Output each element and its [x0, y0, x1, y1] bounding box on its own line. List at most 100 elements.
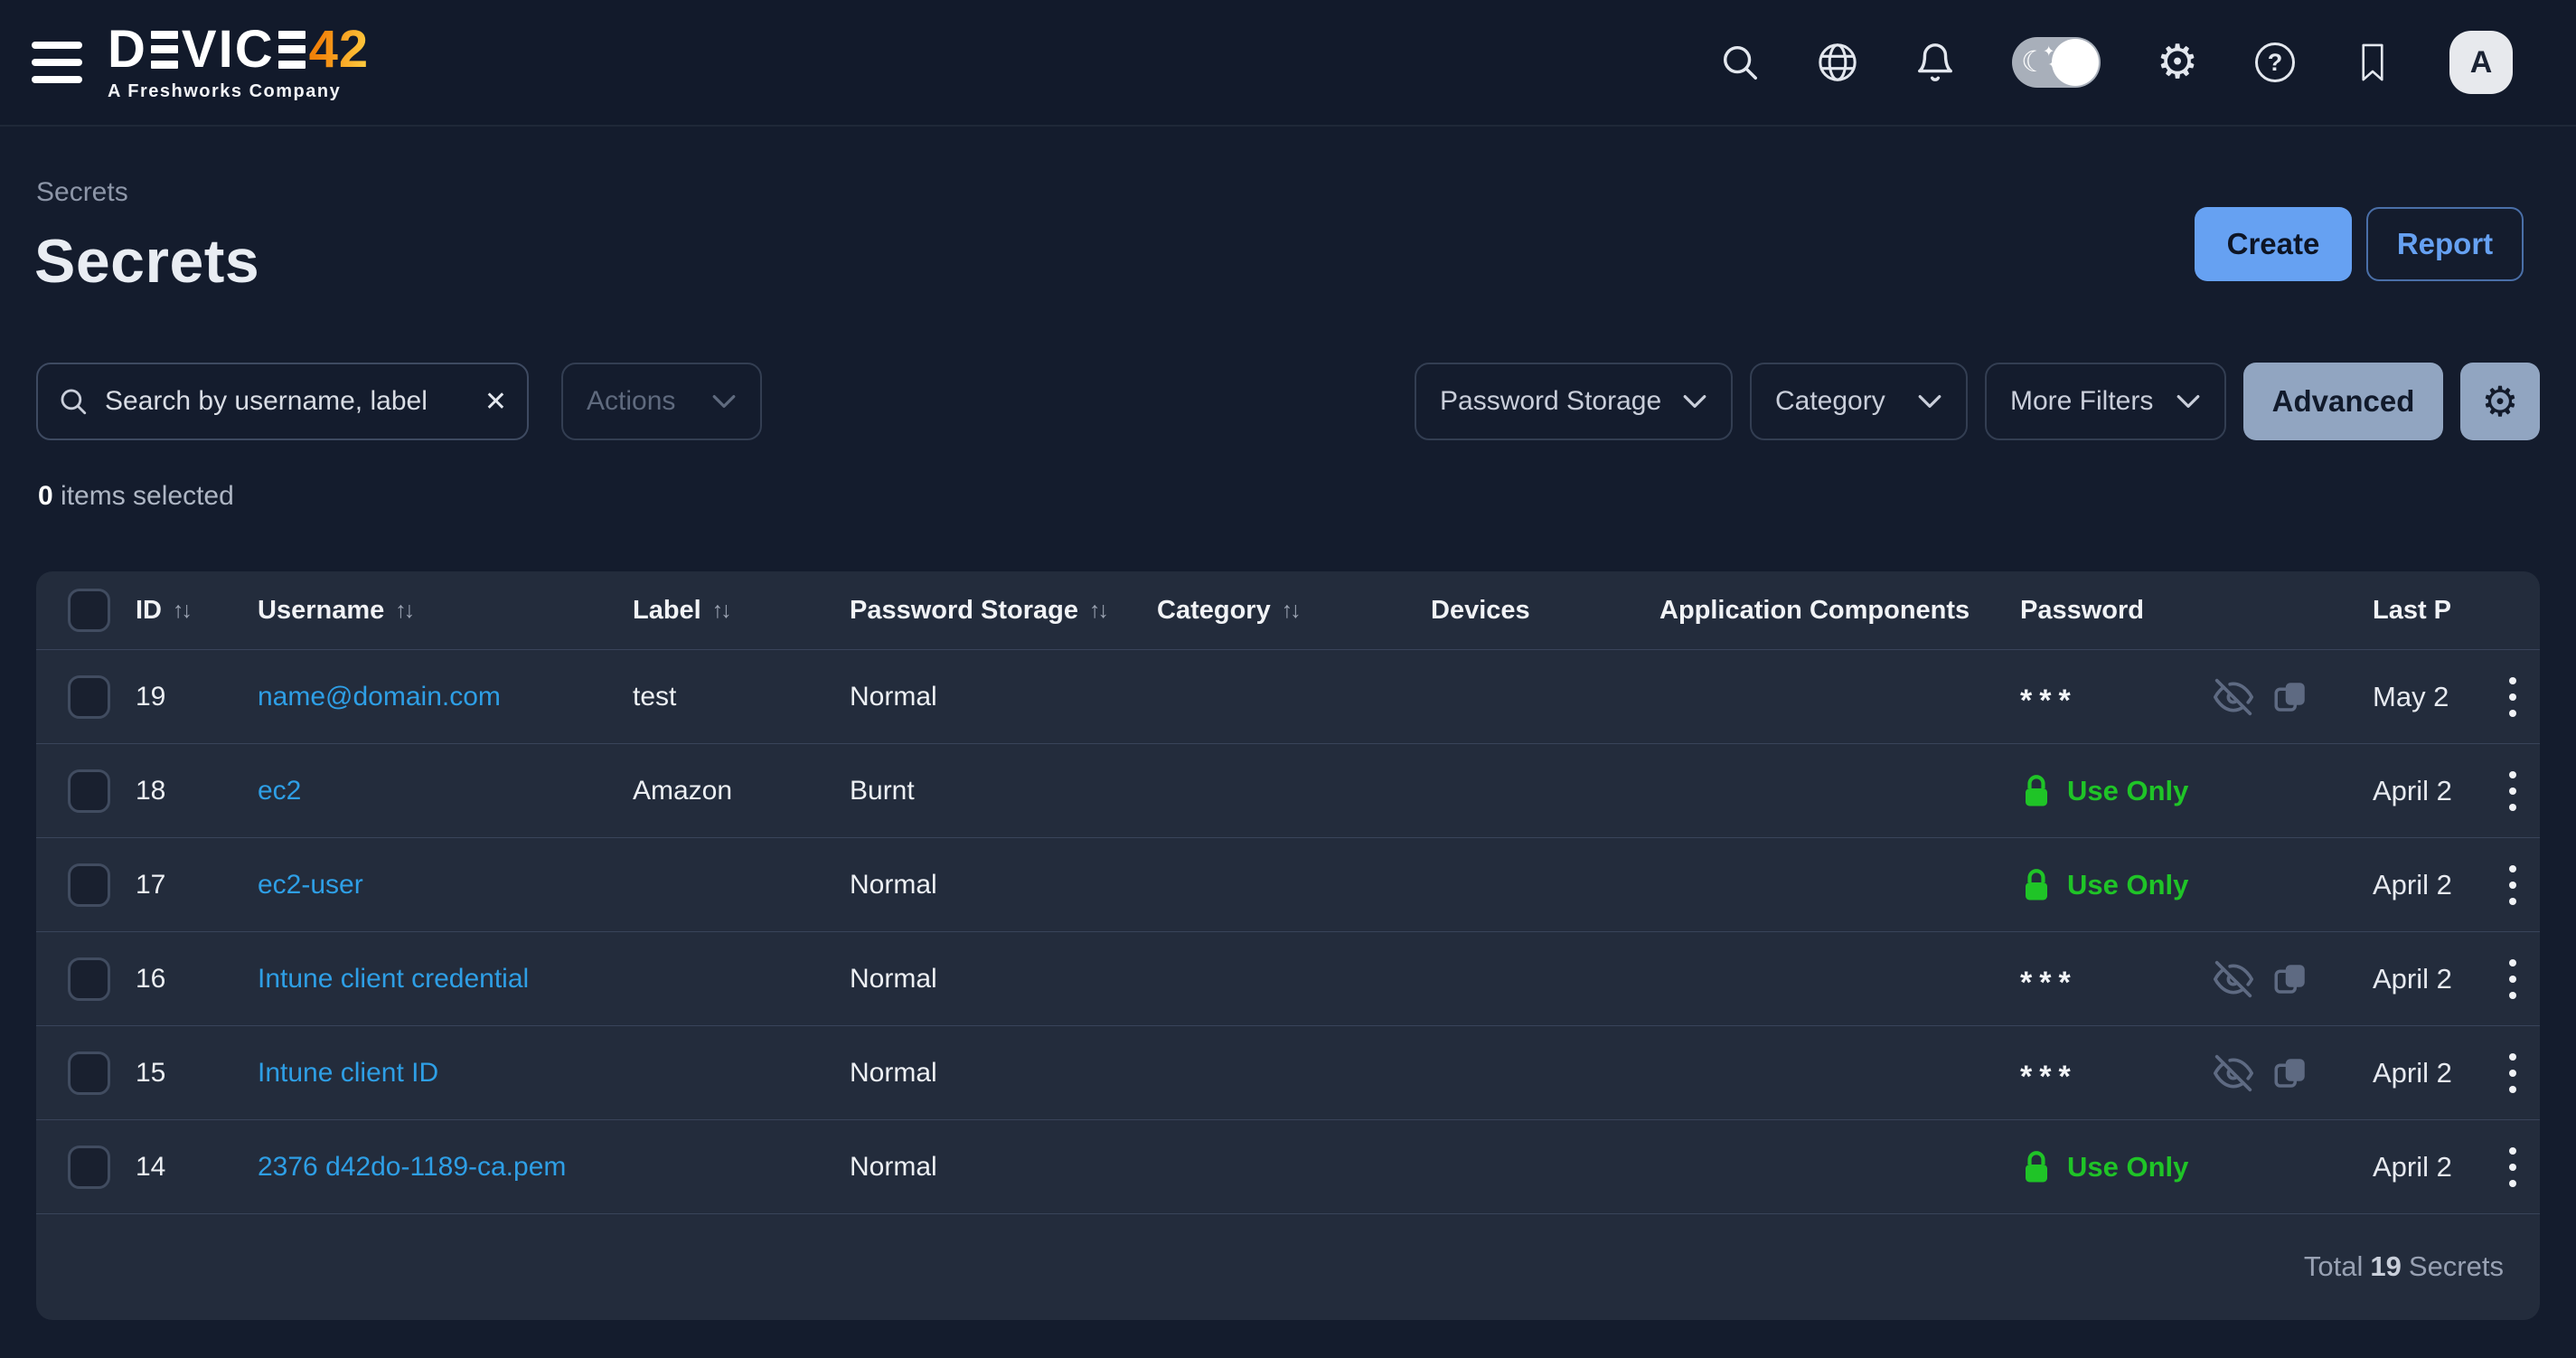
last-change-date: April 2 — [2373, 1151, 2452, 1184]
chevron-down-icon — [1917, 393, 1942, 410]
sort-icon[interactable]: ↑↓ — [712, 598, 729, 624]
clear-search-icon[interactable]: ✕ — [484, 386, 507, 418]
logo-text: VIC — [182, 24, 275, 76]
hamburger-menu-icon[interactable] — [32, 42, 82, 83]
row-checkbox[interactable] — [68, 863, 110, 907]
password-cell: *** — [2020, 1051, 2373, 1095]
row-checkbox[interactable] — [68, 1052, 110, 1095]
search-icon[interactable] — [1719, 42, 1761, 83]
password-cell: *** — [2020, 957, 2373, 1001]
more-filters-dropdown[interactable]: More Filters — [1985, 363, 2226, 440]
selected-text: items selected — [61, 481, 234, 511]
secret-username-link[interactable]: Intune client ID — [258, 1058, 438, 1089]
sort-icon[interactable]: ↑↓ — [1282, 598, 1299, 624]
table-footer: Total19Secrets — [36, 1214, 2540, 1319]
secret-storage: Normal — [850, 682, 1157, 712]
secret-id: 17 — [136, 870, 258, 901]
row-actions-kebab[interactable] — [2504, 954, 2522, 1004]
row-actions-kebab[interactable] — [2504, 1048, 2522, 1099]
password-cell: Use Only — [2020, 772, 2373, 810]
row-actions-kebab[interactable] — [2504, 1142, 2522, 1193]
notifications-bell-icon[interactable] — [1914, 42, 1956, 83]
chevron-down-icon — [1682, 393, 1707, 410]
create-button[interactable]: Create — [2195, 207, 2352, 281]
eye-off-icon[interactable] — [2214, 959, 2253, 999]
last-change-date: April 2 — [2373, 1057, 2452, 1089]
search-input[interactable] — [105, 386, 468, 417]
secret-storage: Normal — [850, 1058, 1157, 1089]
table-row: 15 Intune client ID Normal *** April 2 — [36, 1026, 2540, 1120]
chevron-down-icon — [711, 393, 737, 410]
bookmark-icon[interactable] — [2352, 42, 2393, 83]
lock-icon — [2020, 1148, 2053, 1186]
last-change-date: April 2 — [2373, 869, 2452, 901]
eye-off-icon[interactable] — [2214, 1053, 2253, 1093]
secret-username-link[interactable]: Intune client credential — [258, 964, 529, 995]
select-all-checkbox[interactable] — [68, 589, 110, 632]
row-actions-kebab[interactable] — [2504, 860, 2522, 910]
copy-icon[interactable] — [2271, 960, 2309, 998]
last-change-date: April 2 — [2373, 775, 2452, 807]
secret-username-link[interactable]: 2376 d42do-1189-ca.pem — [258, 1152, 566, 1183]
settings-gear-icon[interactable]: ⚙ — [2157, 42, 2198, 83]
toolbar: ✕ Actions Password Storage Category More… — [36, 363, 2540, 440]
sort-icon[interactable]: ↑↓ — [173, 598, 190, 624]
password-cell: Use Only — [2020, 866, 2373, 904]
secret-storage: Burnt — [850, 776, 1157, 806]
breadcrumb[interactable]: Secrets — [36, 177, 128, 208]
page-title: Secrets — [34, 226, 259, 297]
top-navigation-bar: D VIC 42 A Freshworks Company ☾ ✦ ✦ ⚙ ? … — [0, 0, 2576, 127]
selection-status: 0 items selected — [38, 481, 234, 512]
row-checkbox[interactable] — [68, 769, 110, 813]
secret-storage: Normal — [850, 964, 1157, 995]
secret-username-link[interactable]: ec2-user — [258, 870, 363, 901]
use-only-badge: Use Only — [2020, 866, 2188, 904]
globe-language-icon[interactable] — [1817, 42, 1858, 83]
table-body: 19 name@domain.com test Normal *** May 2… — [36, 650, 2540, 1214]
actions-dropdown[interactable]: Actions — [561, 363, 762, 440]
row-checkbox[interactable] — [68, 675, 110, 719]
row-checkbox[interactable] — [68, 1146, 110, 1189]
search-icon — [58, 386, 89, 417]
sort-icon[interactable]: ↑↓ — [395, 598, 412, 624]
secrets-table: ID↑↓ Username↑↓ Label↑↓ Password Storage… — [36, 571, 2540, 1320]
logo-e-icon — [151, 31, 178, 69]
advanced-button[interactable]: Advanced — [2243, 363, 2443, 440]
eye-off-icon[interactable] — [2214, 677, 2253, 717]
report-button[interactable]: Report — [2366, 207, 2524, 281]
logo-tagline: A Freshworks Company — [108, 81, 369, 102]
dark-mode-toggle[interactable]: ☾ ✦ ✦ — [2012, 37, 2101, 88]
masked-password: *** — [2020, 1051, 2078, 1095]
row-actions-kebab[interactable] — [2504, 766, 2522, 816]
secret-username-link[interactable]: ec2 — [258, 776, 301, 806]
user-avatar[interactable]: A — [2449, 31, 2513, 94]
gear-icon: ⚙ — [2481, 381, 2518, 422]
table-header-row: ID↑↓ Username↑↓ Label↑↓ Password Storage… — [36, 571, 2540, 650]
row-checkbox[interactable] — [68, 957, 110, 1001]
secret-username-link[interactable]: name@domain.com — [258, 682, 501, 712]
table-settings-button[interactable]: ⚙ — [2460, 363, 2540, 440]
filter-password-storage-dropdown[interactable]: Password Storage — [1415, 363, 1733, 440]
table-row: 14 2376 d42do-1189-ca.pem Normal Use Onl… — [36, 1120, 2540, 1214]
use-only-badge: Use Only — [2020, 1148, 2188, 1186]
help-icon[interactable]: ? — [2254, 42, 2296, 83]
toggle-knob — [2052, 39, 2099, 86]
secret-id: 18 — [136, 776, 258, 806]
logo-text: D — [108, 24, 147, 76]
masked-password: *** — [2020, 674, 2078, 719]
last-change-date: May 2 — [2373, 681, 2449, 713]
sort-icon[interactable]: ↑↓ — [1089, 598, 1106, 624]
row-actions-kebab[interactable] — [2504, 672, 2522, 722]
copy-icon[interactable] — [2271, 678, 2309, 716]
chevron-down-icon — [2176, 393, 2201, 410]
password-cell: Use Only — [2020, 1148, 2373, 1186]
copy-icon[interactable] — [2271, 1054, 2309, 1092]
masked-password: *** — [2020, 957, 2078, 1001]
secret-id: 16 — [136, 964, 258, 995]
table-row: 18 ec2 Amazon Burnt Use Only April 2 — [36, 744, 2540, 838]
table-row: 19 name@domain.com test Normal *** May 2 — [36, 650, 2540, 744]
lock-icon — [2020, 866, 2053, 904]
last-change-date: April 2 — [2373, 963, 2452, 995]
search-box[interactable]: ✕ — [36, 363, 529, 440]
filter-category-dropdown[interactable]: Category — [1750, 363, 1968, 440]
